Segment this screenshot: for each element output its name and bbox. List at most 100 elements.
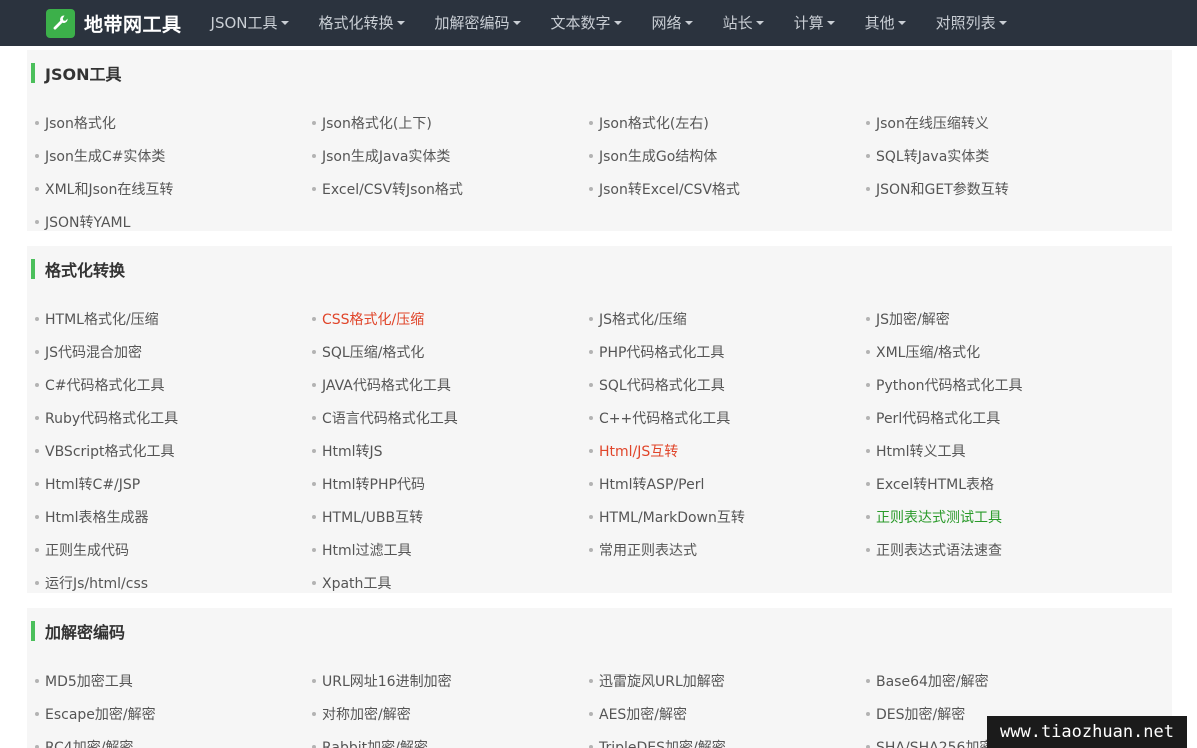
tool-link-label: Excel转HTML表格 <box>876 476 995 493</box>
tool-link[interactable]: Base64加密/解密 <box>858 664 1135 697</box>
tool-link[interactable]: Escape加密/解密 <box>27 697 304 730</box>
tool-link[interactable]: 对称加密/解密 <box>304 697 581 730</box>
tool-link[interactable]: 正则表达式测试工具 <box>858 500 1135 533</box>
menu-text-number[interactable]: 文本数字 <box>536 0 637 46</box>
tool-link[interactable]: Json转Excel/CSV格式 <box>581 172 858 205</box>
menu-encrypt-encode[interactable]: 加解密编码 <box>420 0 536 46</box>
tool-link[interactable]: AES加密/解密 <box>581 697 858 730</box>
menu-network[interactable]: 网络 <box>637 0 708 46</box>
tool-link[interactable]: Json生成Java实体类 <box>304 139 581 172</box>
tool-link[interactable]: MD5加密工具 <box>27 664 304 697</box>
tool-link[interactable]: Perl代码格式化工具 <box>858 401 1135 434</box>
section-title: 格式化转换 <box>45 261 126 280</box>
tool-link[interactable]: JAVA代码格式化工具 <box>304 368 581 401</box>
tool-link[interactable]: Html表格生成器 <box>27 500 304 533</box>
tool-link[interactable]: JSON转YAML <box>27 205 304 238</box>
tool-link-label: XML压缩/格式化 <box>876 344 981 361</box>
tool-link[interactable]: HTML/UBB互转 <box>304 500 581 533</box>
tool-link-label: TripleDES加密/解密 <box>599 739 726 748</box>
bullet <box>35 186 39 191</box>
bullet <box>589 678 593 683</box>
tool-link[interactable]: JSON和GET参数互转 <box>858 172 1135 205</box>
tool-link[interactable]: Html转ASP/Perl <box>581 467 858 500</box>
menu-webmaster[interactable]: 站长 <box>708 0 779 46</box>
tool-link-label: Html转ASP/Perl <box>599 476 705 493</box>
tool-link[interactable]: HTML格式化/压缩 <box>27 302 304 335</box>
tool-link[interactable]: Json格式化(左右) <box>581 106 858 139</box>
tool-link[interactable]: SQL代码格式化工具 <box>581 368 858 401</box>
tool-link[interactable]: Json生成C#实体类 <box>27 139 304 172</box>
tool-link[interactable]: Ruby代码格式化工具 <box>27 401 304 434</box>
bullet <box>866 711 870 716</box>
bullet <box>589 547 593 552</box>
tool-link-label: RC4加密/解密 <box>45 739 134 748</box>
bullet <box>312 415 316 420</box>
tool-link[interactable]: Excel/CSV转Json格式 <box>304 172 581 205</box>
bullet <box>866 186 870 191</box>
tool-link[interactable]: JS格式化/压缩 <box>581 302 858 335</box>
tool-link[interactable]: XML压缩/格式化 <box>858 335 1135 368</box>
tool-link-label: C#代码格式化工具 <box>45 377 165 394</box>
tool-link[interactable]: SQL压缩/格式化 <box>304 335 581 368</box>
menu-reference-list[interactable]: 对照列表 <box>921 0 1022 46</box>
tool-link[interactable]: Html转JS <box>304 434 581 467</box>
tool-link[interactable]: JS加密/解密 <box>858 302 1135 335</box>
tool-link[interactable]: Json格式化(上下) <box>304 106 581 139</box>
tool-link[interactable]: CSS格式化/压缩 <box>304 302 581 335</box>
tool-link-label: Html过滤工具 <box>322 542 412 559</box>
tool-link[interactable]: Xpath工具 <box>304 566 581 599</box>
tool-link[interactable]: Html转C#/JSP <box>27 467 304 500</box>
bullet <box>866 547 870 552</box>
tool-link-label: Json格式化(左右) <box>599 115 709 132</box>
tool-link[interactable]: C#代码格式化工具 <box>27 368 304 401</box>
tool-link[interactable]: RC4加密/解密 <box>27 730 304 748</box>
caret-down-icon <box>613 21 622 25</box>
bullet <box>589 448 593 453</box>
bullet <box>35 711 39 716</box>
tool-link[interactable]: 常用正则表达式 <box>581 533 858 566</box>
tool-link[interactable]: Json生成Go结构体 <box>581 139 858 172</box>
tool-link[interactable]: VBScript格式化工具 <box>27 434 304 467</box>
bullet <box>35 153 39 158</box>
tool-link[interactable]: C++代码格式化工具 <box>581 401 858 434</box>
tool-link[interactable]: C语言代码格式化工具 <box>304 401 581 434</box>
tool-link[interactable]: HTML/MarkDown互转 <box>581 500 858 533</box>
menu-calculate[interactable]: 计算 <box>779 0 850 46</box>
tool-link[interactable]: Json在线压缩转义 <box>858 106 1135 139</box>
menu-format-convert[interactable]: 格式化转换 <box>304 0 420 46</box>
tool-link[interactable]: 正则表达式语法速查 <box>858 533 1135 566</box>
bullet <box>866 382 870 387</box>
tool-link-label: Html/JS互转 <box>599 443 679 460</box>
tool-link[interactable]: URL网址16进制加密 <box>304 664 581 697</box>
bullet <box>312 744 316 748</box>
tool-link-label: 正则表达式测试工具 <box>876 509 1002 526</box>
bullet <box>312 382 316 387</box>
bullet <box>589 744 593 748</box>
menu-label: 格式化转换 <box>318 14 394 32</box>
tool-link[interactable]: Python代码格式化工具 <box>858 368 1135 401</box>
menu-other[interactable]: 其他 <box>850 0 921 46</box>
tool-link[interactable]: SQL转Java实体类 <box>858 139 1135 172</box>
tool-link[interactable]: Rabbit加密/解密 <box>304 730 581 748</box>
tool-link[interactable]: 正则生成代码 <box>27 533 304 566</box>
tool-link[interactable]: Html/JS互转 <box>581 434 858 467</box>
tool-link[interactable]: Html过滤工具 <box>304 533 581 566</box>
tool-link[interactable]: JS代码混合加密 <box>27 335 304 368</box>
tool-link[interactable]: TripleDES加密/解密 <box>581 730 858 748</box>
tool-link[interactable]: XML和Json在线互转 <box>27 172 304 205</box>
menu-json-tools[interactable]: JSON工具 <box>196 0 304 46</box>
tool-link[interactable]: Html转PHP代码 <box>304 467 581 500</box>
tool-link[interactable]: PHP代码格式化工具 <box>581 335 858 368</box>
tool-link-label: SQL压缩/格式化 <box>322 344 425 361</box>
brand[interactable]: 地带网工具 <box>46 8 182 38</box>
tool-link[interactable]: Excel转HTML表格 <box>858 467 1135 500</box>
accent-bar <box>31 63 35 83</box>
tool-link-label: Html转C#/JSP <box>45 476 141 493</box>
tool-link[interactable]: Html转义工具 <box>858 434 1135 467</box>
bullet <box>35 547 39 552</box>
brand-name: 地带网工具 <box>84 13 182 36</box>
tool-link[interactable]: Json格式化 <box>27 106 304 139</box>
tool-link[interactable]: 迅雷旋风URL加解密 <box>581 664 858 697</box>
tool-link-label: JS代码混合加密 <box>45 344 143 361</box>
tool-link[interactable]: 运行Js/html/css <box>27 566 304 599</box>
